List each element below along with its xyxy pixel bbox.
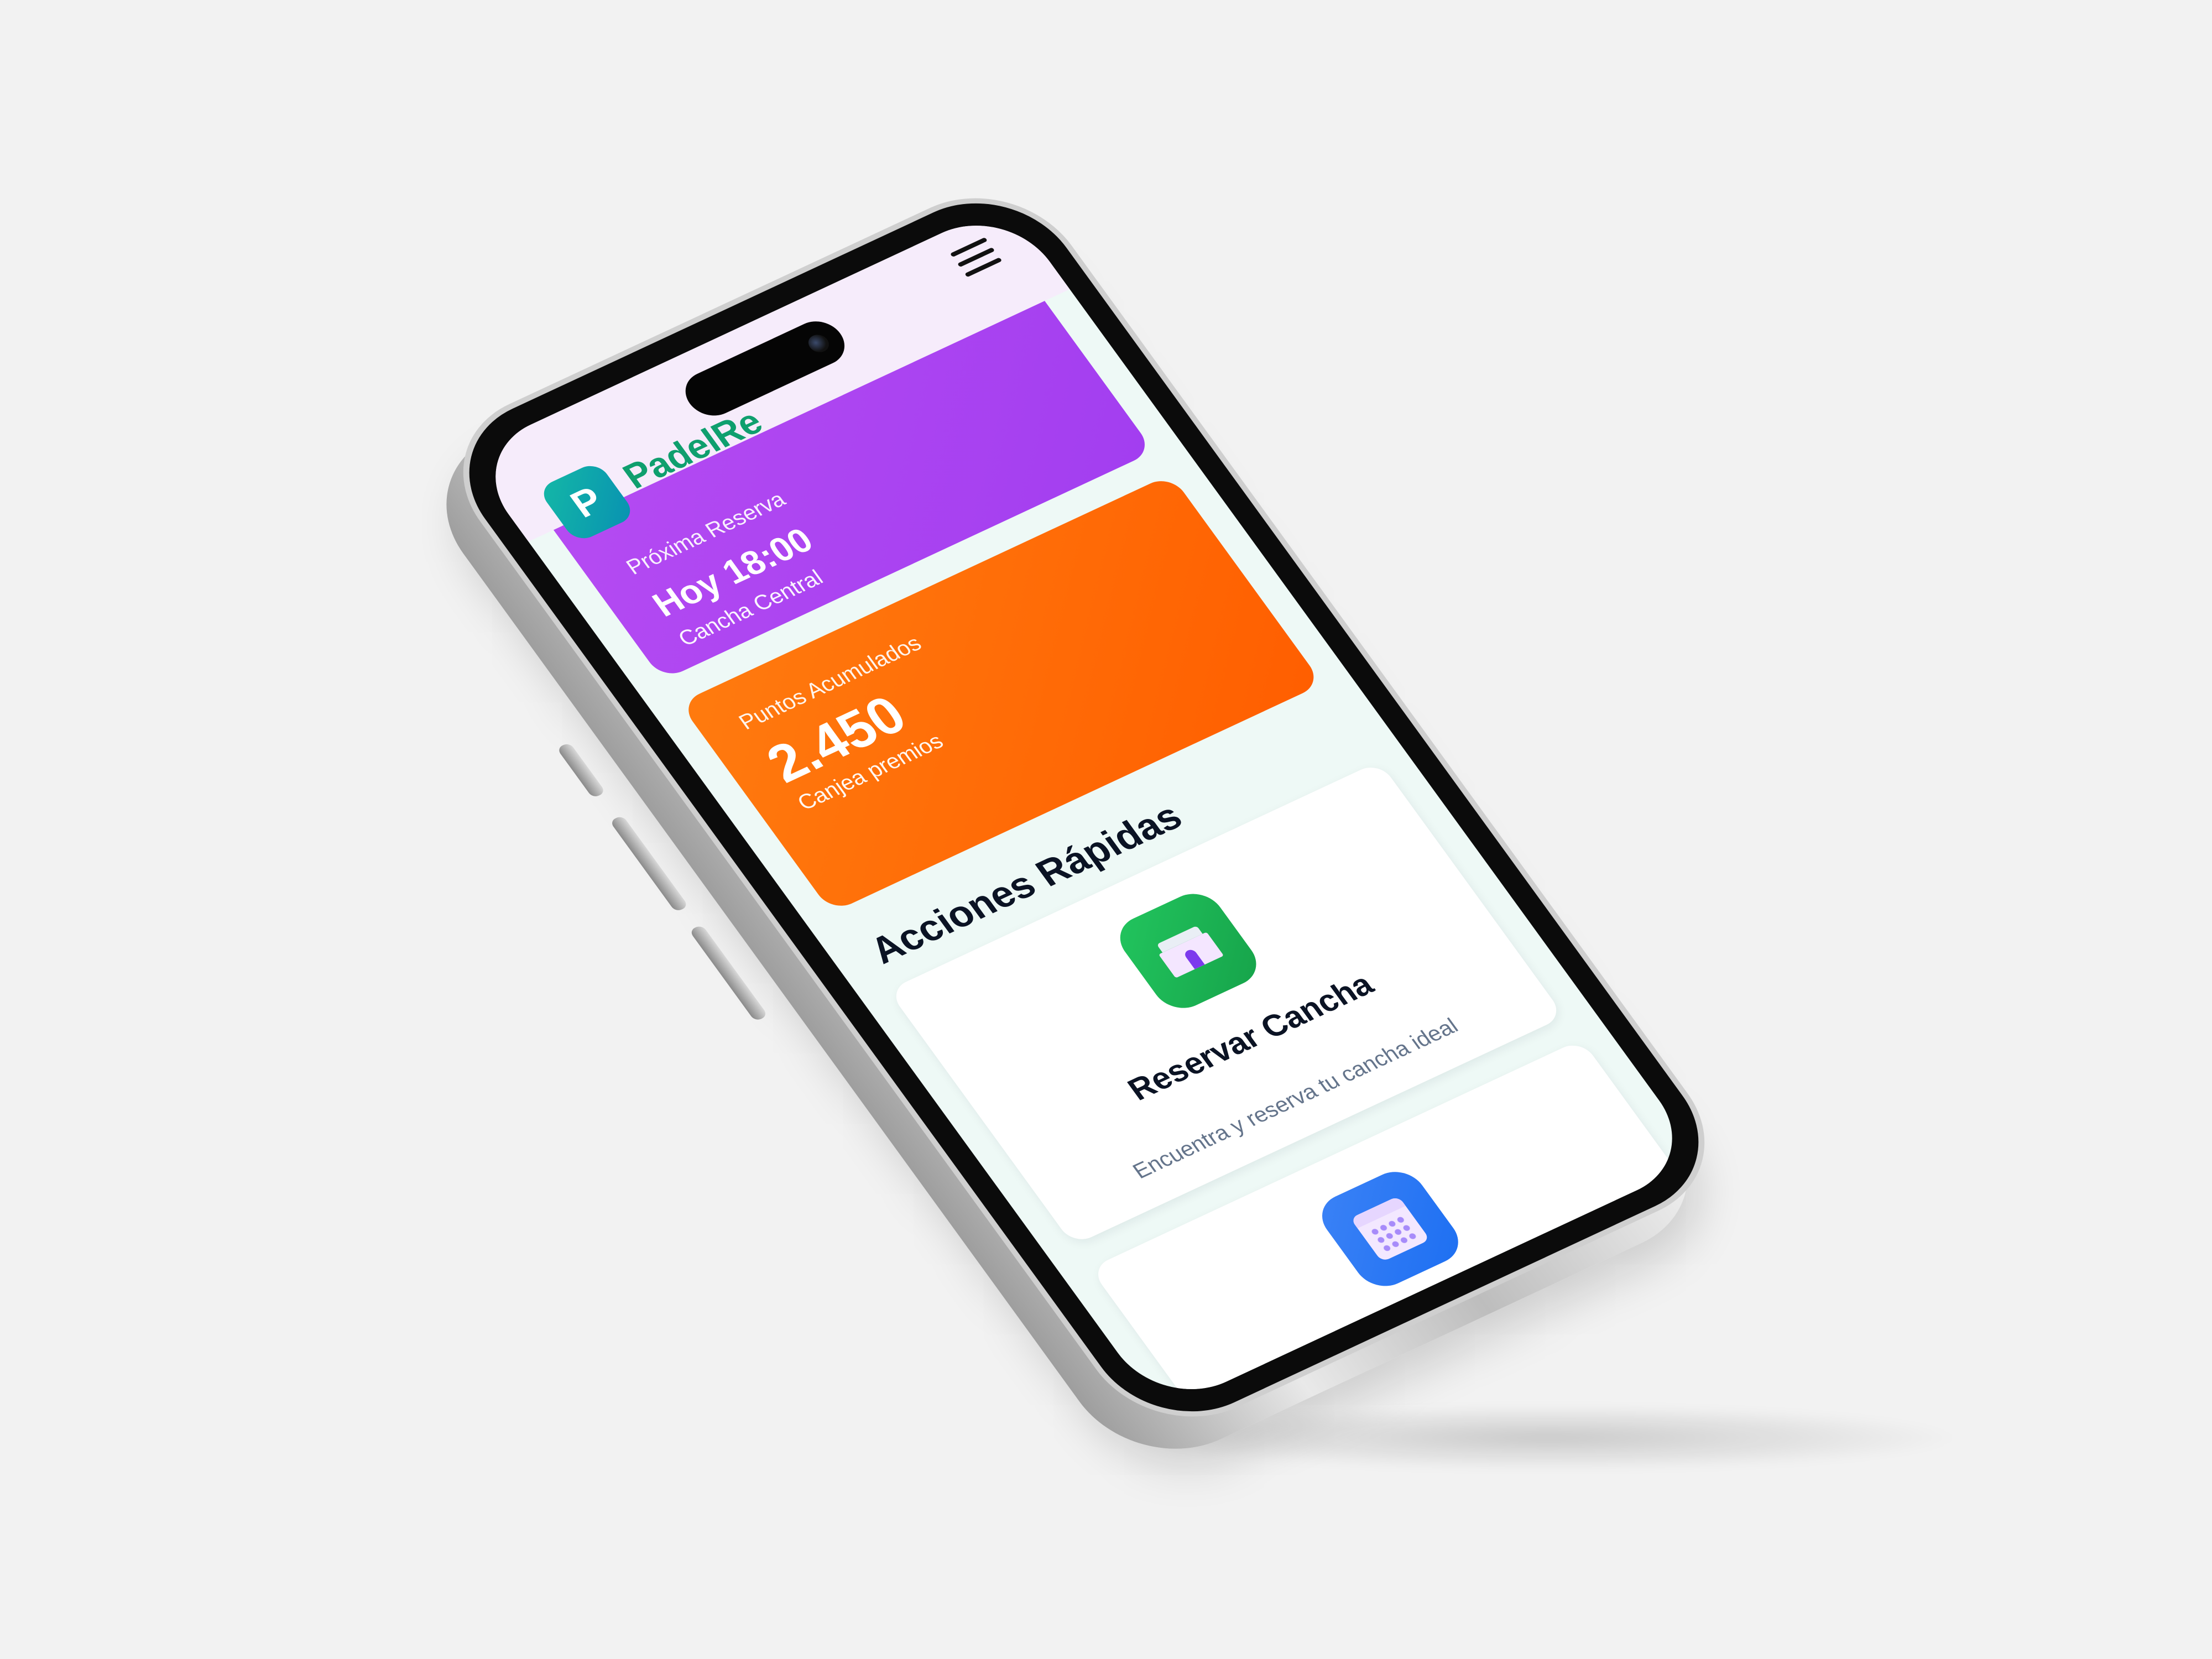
phone-mockup: P PadelRe Próxima Reserva Hoy 18:00 Canc… bbox=[407, 168, 1744, 1479]
camera-lens-icon bbox=[804, 331, 833, 356]
phone-body: P PadelRe Próxima Reserva Hoy 18:00 Canc… bbox=[424, 168, 1744, 1447]
volume-up-button bbox=[609, 815, 689, 912]
stadium-icon bbox=[1109, 885, 1267, 1017]
my-bookings-title: Mis Reservas bbox=[1196, 1185, 1703, 1412]
calendar-icon bbox=[1311, 1163, 1469, 1295]
mockup-stage: P PadelRe Próxima Reserva Hoy 18:00 Canc… bbox=[0, 0, 2212, 1659]
action-button bbox=[556, 742, 606, 799]
volume-down-button bbox=[688, 924, 769, 1022]
